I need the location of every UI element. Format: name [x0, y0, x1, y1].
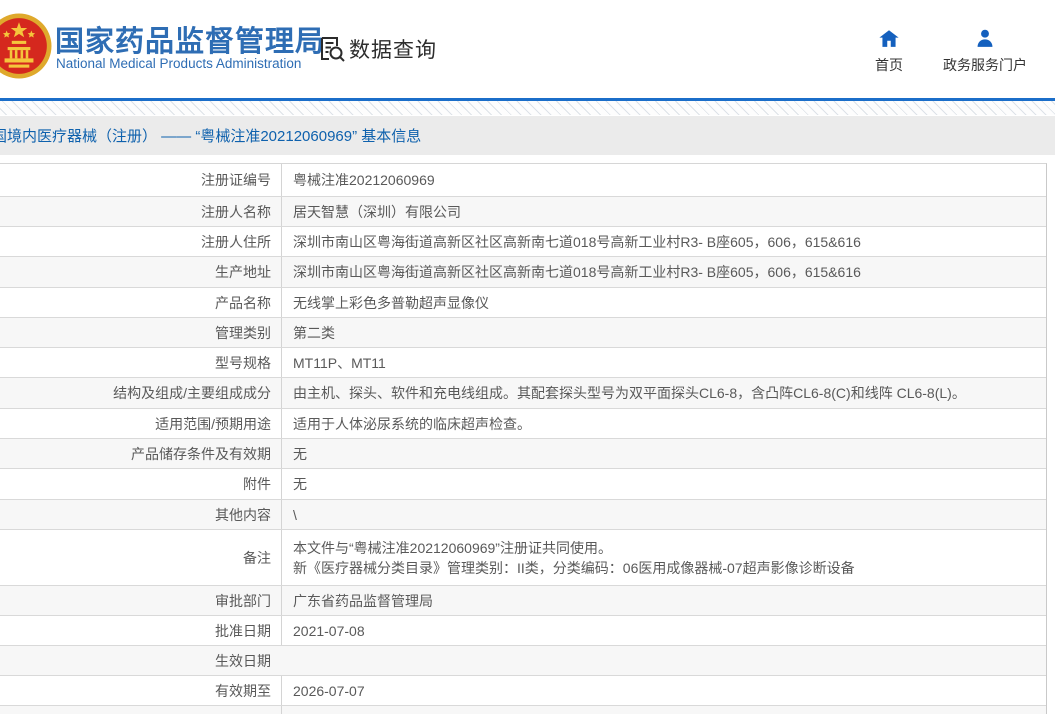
field-value: MT11P、MT11 [281, 348, 1046, 377]
field-value: 无 [281, 439, 1046, 468]
field-value: 居天智慧（深圳）有限公司 [281, 197, 1046, 226]
field-label: 审批部门 [215, 592, 271, 609]
field-label: 有效期至 [215, 682, 271, 699]
field-label [0, 706, 281, 714]
table-row: 附件无 [0, 469, 1046, 500]
data-query-label: 数据查询 [349, 39, 437, 62]
table-row: 生效日期 [0, 646, 1046, 676]
nav-portal-label: 政务服务门户 [943, 57, 1027, 73]
table-row: 批准日期 2021-07-08 [0, 616, 1046, 646]
field-value: 2021-07-08 [281, 616, 1046, 645]
table-row: 适用范围/预期用途 适用于人体泌尿系统的临床超声检查。 [0, 409, 1046, 439]
field-value: 深圳市南山区粤海街道高新区社区高新南七道018号高新工业村R3- B座605，6… [281, 227, 1046, 256]
field-label: 管理类别 [215, 324, 271, 341]
nav-home[interactable]: 首页 [875, 28, 903, 75]
table-row: 其他内容 \ [0, 500, 1046, 530]
field-label: 结构及组成/主要组成成分 [113, 385, 271, 401]
table-row [0, 706, 1046, 714]
field-value: 广东省药品监督管理局 [281, 586, 1046, 615]
table-row: 管理类别 第二类 [0, 318, 1046, 348]
field-label: 注册证编号 [201, 172, 271, 188]
field-label: 产品名称 [215, 294, 271, 311]
page: 国家药品监督管理局 National Medical Products Admi… [0, 0, 1055, 714]
table-row: 注册人名称 居天智慧（深圳）有限公司 [0, 197, 1046, 227]
field-label: 适用范围/预期用途 [155, 415, 271, 432]
field-label: 产品储存条件及有效期 [131, 445, 271, 462]
national-emblem-icon [0, 13, 52, 79]
field-label: 备注 [243, 549, 271, 566]
field-label: 型号规格 [215, 354, 271, 371]
field-label: 注册人名称 [201, 203, 271, 220]
data-query-icon [321, 37, 345, 62]
table-row: 备注 本文件与“粤械注准20212060969”注册证共同使用。 新《医疗器械分类目… [0, 530, 1046, 586]
site-title[interactable]: 国家药品监督管理局 [55, 18, 325, 60]
table-row: 审批部门 广东省药品监督管理局 [0, 586, 1046, 616]
field-value: 无 [281, 469, 1046, 499]
top-nav: 首页 政务服务门户 [875, 28, 1027, 75]
table-row: 产品储存条件及有效期无 [0, 439, 1046, 469]
field-value: 2026-07-07 [281, 676, 1046, 705]
info-table: 注册证编号 粤械注准20212060969 注册人名称 居天智慧（深圳）有限公司 注册人… [0, 163, 1047, 714]
field-label: 生产地址 [215, 264, 271, 280]
data-query-tab[interactable]: 数据查询 [316, 34, 437, 64]
field-value: 深圳市南山区粤海街道高新区社区高新南七道018号高新工业村R3- B座605，6… [281, 257, 1046, 287]
table-row: 型号规格 MT11P、MT11 [0, 348, 1046, 378]
field-value: 由主机、探头、软件和充电线组成。其配套探头型号为双平面探头CL6-8，含凸阵CL… [281, 378, 1046, 408]
field-value [281, 646, 1046, 675]
site-header: 国家药品监督管理局 National Medical Products Admi… [0, 0, 1055, 98]
nav-portal[interactable]: 政务服务门户 [943, 28, 1027, 75]
table-row: 注册人住所 深圳市南山区粤海街道高新区社区高新南七道018号高新工业村R3- B座… [0, 227, 1046, 257]
field-label: 注册人住所 [201, 233, 271, 250]
page-title-bar: 国境内医疗器械（注册） —— “粤械注准20212060969” 基本信息 [0, 116, 1055, 155]
field-label: 批准日期 [215, 622, 271, 639]
table-row: 注册证编号 粤械注准20212060969 [0, 164, 1046, 197]
field-value: 本文件与“粤械注准20212060969”注册证共同使用。 新《医疗器械分类目录》… [281, 530, 1046, 585]
table-row: 有效期至 2026-07-07 [0, 676, 1046, 706]
field-value: 无线掌上彩色多普勒超声显像仪 [281, 288, 1046, 317]
field-value: 适用于人体泌尿系统的临床超声检查。 [281, 409, 1046, 438]
field-value: 粤械注准20212060969 [281, 164, 1046, 196]
table-row: 产品名称 无线掌上彩色多普勒超声显像仪 [0, 288, 1046, 318]
field-value: 第二类 [281, 318, 1046, 347]
page-title: 国境内医疗器械（注册） —— “粤械注准20212060969” 基本信息 [0, 128, 422, 145]
field-value: \ [281, 500, 1046, 529]
user-icon [977, 29, 993, 47]
table-row: 生产地址 深圳市南山区粤海街道高新区社区高新南七道018号高新工业村R3- B座6… [0, 257, 1046, 288]
field-label: 其他内容 [215, 506, 271, 523]
stripe-band [0, 101, 1055, 115]
field-label: 生效日期 [215, 652, 271, 669]
home-icon [879, 30, 899, 47]
nav-home-label: 首页 [875, 57, 903, 73]
table-row: 结构及组成/主要组成成分 由主机、探头、软件和充电线组成。其配套探头型号为双平面探… [0, 378, 1046, 409]
site-title-english: National Medical Products Administration [56, 56, 302, 71]
field-value [281, 706, 1046, 714]
field-label: 附件 [243, 476, 271, 492]
